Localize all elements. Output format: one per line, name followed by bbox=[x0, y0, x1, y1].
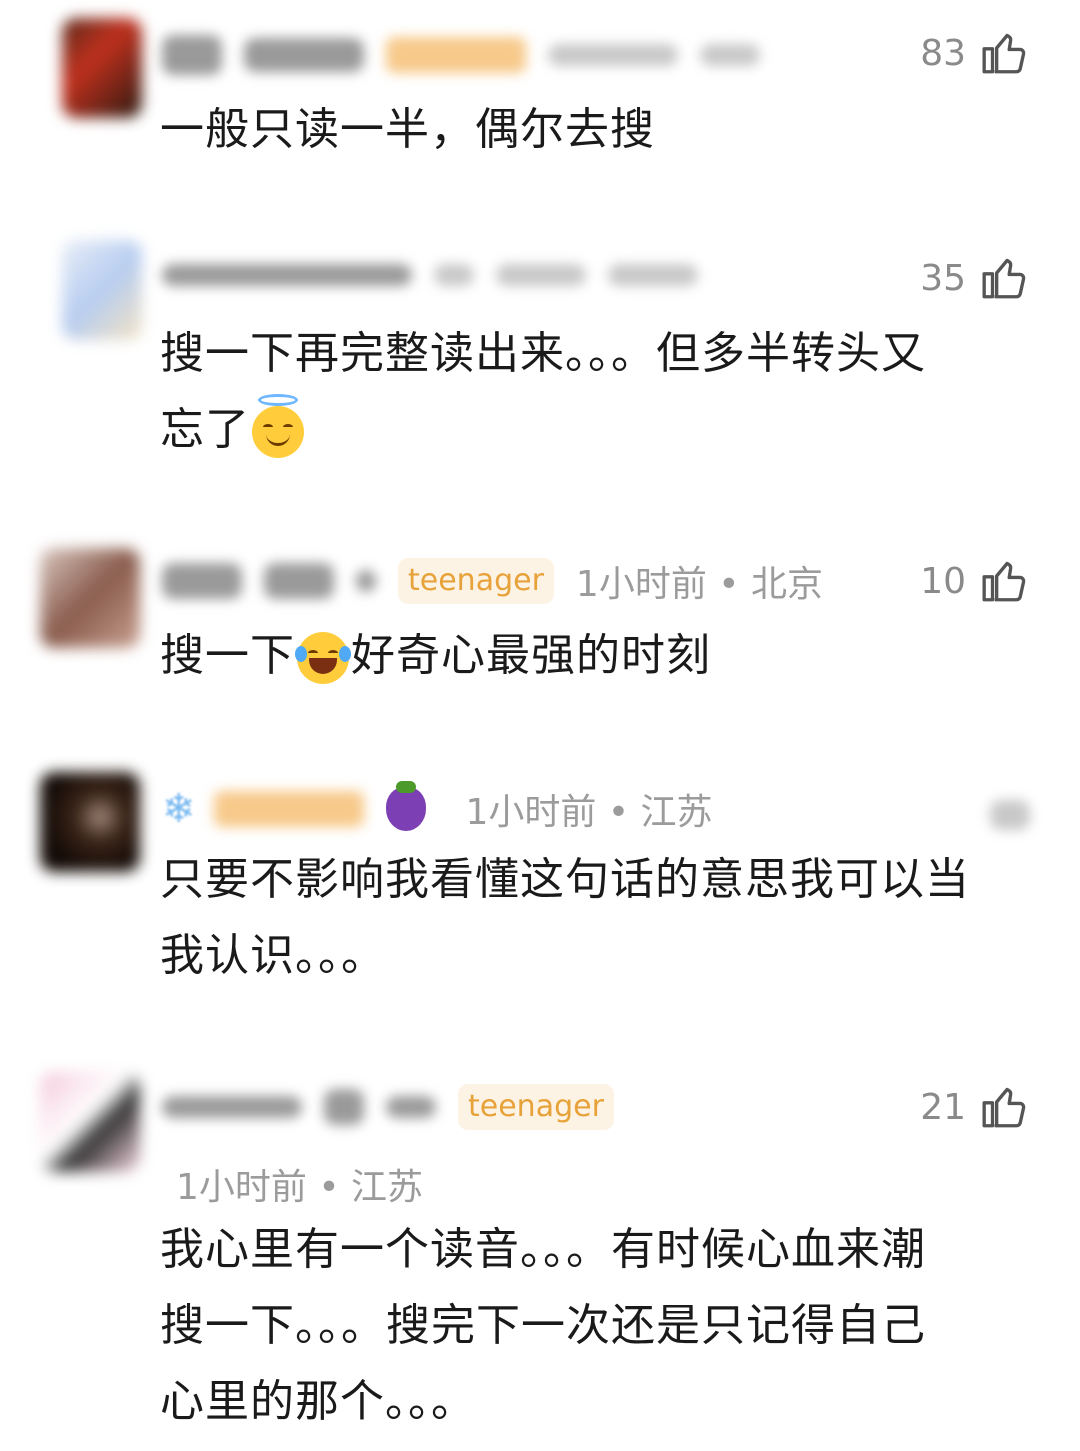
time-location: 1小时前 • 北京 bbox=[575, 564, 823, 605]
time-location: 1小时前 • 江苏 bbox=[176, 1167, 424, 1208]
like-button[interactable]: 21 bbox=[920, 1082, 1030, 1132]
comment-text-fragment: 搜一下 bbox=[160, 630, 295, 681]
comment-header: teenager bbox=[162, 1072, 636, 1142]
smiling-face-with-halo-icon bbox=[252, 394, 304, 458]
avatar[interactable] bbox=[40, 772, 140, 872]
comment-text-line: 只要不影响我看懂这句话的意思我可以当 bbox=[160, 854, 970, 905]
like-count: 35 bbox=[920, 257, 966, 299]
thumbs-up-icon bbox=[982, 1087, 1026, 1128]
time-location: 1小时前 • 江苏 bbox=[465, 792, 713, 833]
comment-text-line: 忘了 bbox=[160, 392, 1040, 468]
comment-text: 我心里有一个读音。。。有时候心血来潮 搜一下。。。搜完下一次还是只记得自己 心里… bbox=[160, 1212, 1040, 1440]
comment-text-line: 心里的那个。。。 bbox=[160, 1376, 476, 1427]
username-blurred[interactable] bbox=[162, 240, 720, 310]
comment-header: teenager 1小时前 • 北京 bbox=[162, 546, 823, 616]
username-blurred[interactable] bbox=[162, 563, 398, 599]
eggplant-icon bbox=[385, 781, 426, 831]
comment-text-line: 搜一下。。。搜完下一次还是只记得自己 bbox=[160, 1300, 926, 1351]
like-count: 10 bbox=[920, 560, 966, 602]
comment-text-fragment: 忘了 bbox=[160, 404, 250, 455]
comment-text-fragment: 好奇心最强的时刻 bbox=[351, 630, 711, 681]
face-with-tears-of-joy-icon bbox=[295, 632, 351, 684]
like-count: 83 bbox=[920, 32, 966, 74]
like-button[interactable]: 10 bbox=[920, 556, 1030, 606]
like-button[interactable]: 35 bbox=[920, 253, 1030, 303]
thumbs-up-icon bbox=[982, 33, 1026, 74]
comment-text: 搜一下 好奇心最强的时刻 bbox=[160, 618, 1040, 694]
avatar[interactable] bbox=[40, 1072, 140, 1172]
more-options-blurred[interactable] bbox=[990, 800, 1030, 830]
thumbs-up-icon bbox=[982, 561, 1026, 602]
comment-text: 只要不影响我看懂这句话的意思我可以当 我认识。。。 bbox=[160, 842, 1040, 994]
user-badge: teenager bbox=[458, 1084, 614, 1130]
avatar[interactable] bbox=[40, 548, 140, 648]
avatar[interactable] bbox=[62, 18, 142, 118]
comment-text: 一般只读一半，偶尔去搜 bbox=[160, 104, 655, 155]
comment-text-line: 我心里有一个读音。。。有时候心血来潮 bbox=[160, 1224, 926, 1275]
thumbs-up-icon bbox=[982, 258, 1026, 299]
comment-text-line: 我认识。。。 bbox=[160, 930, 386, 981]
username-blurred[interactable] bbox=[213, 791, 364, 827]
snowflake-icon: ❄ bbox=[162, 786, 196, 832]
like-button[interactable]: 83 bbox=[920, 28, 1030, 78]
username-blurred[interactable] bbox=[162, 20, 782, 90]
username-blurred[interactable] bbox=[162, 1089, 458, 1125]
user-badge: teenager bbox=[398, 558, 554, 604]
like-count: 21 bbox=[920, 1086, 966, 1128]
comment-text: 搜一下再完整读出来。。。但多半转头又 忘了 bbox=[160, 316, 1040, 468]
comment-header: ❄ 1小时前 • 江苏 bbox=[162, 774, 713, 844]
avatar[interactable] bbox=[62, 240, 142, 340]
comment-text-line: 搜一下再完整读出来。。。但多半转头又 bbox=[160, 328, 926, 379]
